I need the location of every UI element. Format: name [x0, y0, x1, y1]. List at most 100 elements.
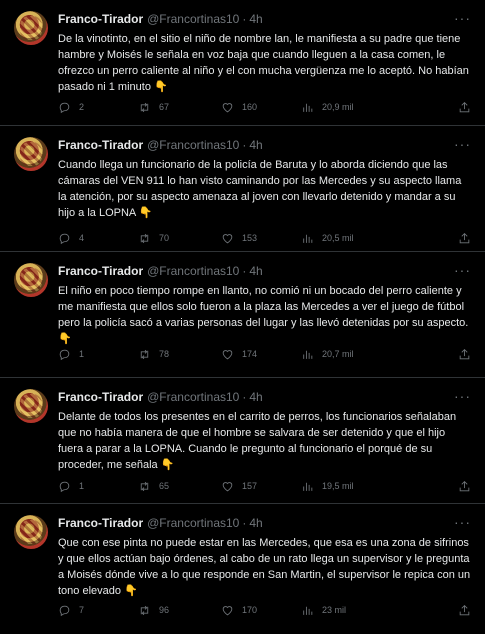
- like-button[interactable]: 157: [221, 480, 257, 493]
- avatar[interactable]: [14, 137, 48, 171]
- timestamp[interactable]: 4h: [249, 516, 262, 530]
- like-button[interactable]: 170: [221, 604, 257, 617]
- heart-icon: [222, 481, 233, 491]
- retweet-button[interactable]: 96: [138, 604, 169, 617]
- tweet[interactable]: Franco-Tirador @Francortinas10 · 4h ··· …: [0, 126, 485, 252]
- tweet[interactable]: Franco-Tirador @Francortinas10 · 4h ··· …: [0, 504, 485, 626]
- views-button[interactable]: 20,9 mil: [301, 101, 354, 114]
- more-options-icon[interactable]: ···: [454, 10, 471, 26]
- retweet-count: 70: [159, 233, 170, 243]
- views-icon: [303, 234, 313, 243]
- views-count: 20,9 mil: [322, 102, 354, 112]
- views-icon: [303, 606, 313, 615]
- reply-button[interactable]: 1: [58, 480, 84, 493]
- views-button[interactable]: 20,7 mil: [301, 348, 354, 361]
- author-name[interactable]: Franco-Tirador: [58, 264, 143, 278]
- heart-icon: [222, 349, 233, 359]
- author-handle[interactable]: @Francortinas10: [147, 516, 239, 530]
- retweet-count: 96: [159, 605, 170, 615]
- like-count: 160: [242, 102, 258, 112]
- timestamp[interactable]: 4h: [249, 12, 262, 26]
- reply-count: 2: [79, 102, 85, 112]
- heart-icon: [222, 233, 233, 243]
- avatar[interactable]: [14, 515, 48, 549]
- share-icon: [459, 232, 470, 243]
- more-options-icon[interactable]: ···: [454, 514, 471, 530]
- share-button[interactable]: [458, 480, 471, 493]
- views-button[interactable]: 23 mil: [301, 604, 346, 617]
- more-options-icon[interactable]: ···: [454, 388, 471, 404]
- tweet-text-content: Delante de todos los presentes en el car…: [58, 411, 457, 471]
- author-handle[interactable]: @Francortinas10: [147, 264, 239, 278]
- retweet-icon: [140, 102, 149, 112]
- author-handle[interactable]: @Francortinas10: [147, 390, 239, 404]
- like-button[interactable]: 174: [221, 348, 257, 361]
- tweet-actions: 2 67 160 20,9 mil: [58, 99, 471, 115]
- more-options-icon[interactable]: ···: [454, 262, 471, 278]
- tweet-header: Franco-Tirador @Francortinas10 · 4h: [58, 262, 471, 280]
- retweet-button[interactable]: 67: [138, 101, 169, 114]
- share-icon: [459, 604, 470, 615]
- timestamp[interactable]: 4h: [249, 390, 262, 404]
- avatar[interactable]: [14, 11, 48, 45]
- like-button[interactable]: 160: [221, 101, 257, 114]
- reply-icon: [59, 102, 70, 113]
- reply-button[interactable]: 4: [58, 232, 84, 245]
- share-icon: [459, 348, 470, 359]
- timestamp[interactable]: 4h: [249, 264, 262, 278]
- views-icon: [303, 350, 313, 359]
- author-name[interactable]: Franco-Tirador: [58, 516, 143, 530]
- tweet-actions: 1 78 174 20,7 mil: [58, 346, 471, 362]
- pointing-down-emoji: 👇: [58, 333, 72, 345]
- tweet-text: Cuando llega un funcionario de la policí…: [58, 157, 471, 221]
- like-count: 174: [242, 349, 258, 359]
- retweet-count: 65: [159, 481, 170, 491]
- author-handle[interactable]: @Francortinas10: [147, 12, 239, 26]
- reply-icon: [59, 233, 70, 244]
- avatar[interactable]: [14, 389, 48, 423]
- tweet[interactable]: Franco-Tirador @Francortinas10 · 4h ··· …: [0, 378, 485, 504]
- reply-button[interactable]: 2: [58, 101, 84, 114]
- retweet-button[interactable]: 65: [138, 480, 169, 493]
- tweet[interactable]: Franco-Tirador @Francortinas10 · 4h ··· …: [0, 252, 485, 378]
- reply-count: 1: [79, 481, 85, 491]
- reply-count: 1: [79, 349, 85, 359]
- tweet-header: Franco-Tirador @Francortinas10 · 4h: [58, 10, 471, 28]
- tweet-header: Franco-Tirador @Francortinas10 · 4h: [58, 514, 471, 532]
- retweet-icon: [140, 233, 149, 243]
- tweet[interactable]: Franco-Tirador @Francortinas10 · 4h ··· …: [0, 0, 485, 126]
- author-name[interactable]: Franco-Tirador: [58, 138, 143, 152]
- timestamp[interactable]: 4h: [249, 138, 262, 152]
- reply-icon: [59, 349, 70, 360]
- views-count: 23 mil: [322, 605, 347, 615]
- tweet-text-content: De la vinotinto, en el sitio el niño de …: [58, 33, 469, 93]
- tweet-thread: Franco-Tirador @Francortinas10 · 4h ··· …: [0, 0, 485, 626]
- share-icon: [459, 101, 470, 112]
- author-handle[interactable]: @Francortinas10: [147, 138, 239, 152]
- retweet-button[interactable]: 78: [138, 348, 169, 361]
- views-button[interactable]: 19,5 mil: [301, 480, 354, 493]
- pointing-down-emoji: 👇: [160, 459, 175, 471]
- share-button[interactable]: [458, 348, 471, 361]
- reply-button[interactable]: 7: [58, 604, 84, 617]
- avatar[interactable]: [14, 263, 48, 297]
- views-button[interactable]: 20,5 mil: [301, 232, 354, 245]
- pointing-down-emoji: 👇: [124, 585, 138, 597]
- more-options-icon[interactable]: ···: [454, 136, 471, 152]
- views-icon: [303, 103, 313, 112]
- author-name[interactable]: Franco-Tirador: [58, 390, 143, 404]
- reply-count: 7: [79, 605, 85, 615]
- tweet-header: Franco-Tirador @Francortinas10 · 4h: [58, 136, 471, 154]
- reply-button[interactable]: 1: [58, 348, 84, 361]
- share-button[interactable]: [458, 101, 471, 114]
- retweet-button[interactable]: 70: [138, 232, 169, 245]
- share-button[interactable]: [458, 232, 471, 245]
- author-name[interactable]: Franco-Tirador: [58, 12, 143, 26]
- separator: ·: [242, 12, 247, 26]
- share-icon: [459, 480, 470, 491]
- like-button[interactable]: 153: [221, 232, 257, 245]
- views-count: 20,7 mil: [322, 349, 354, 359]
- like-count: 153: [242, 233, 258, 243]
- share-button[interactable]: [458, 604, 471, 617]
- pointing-down-emoji: 👇: [154, 81, 168, 93]
